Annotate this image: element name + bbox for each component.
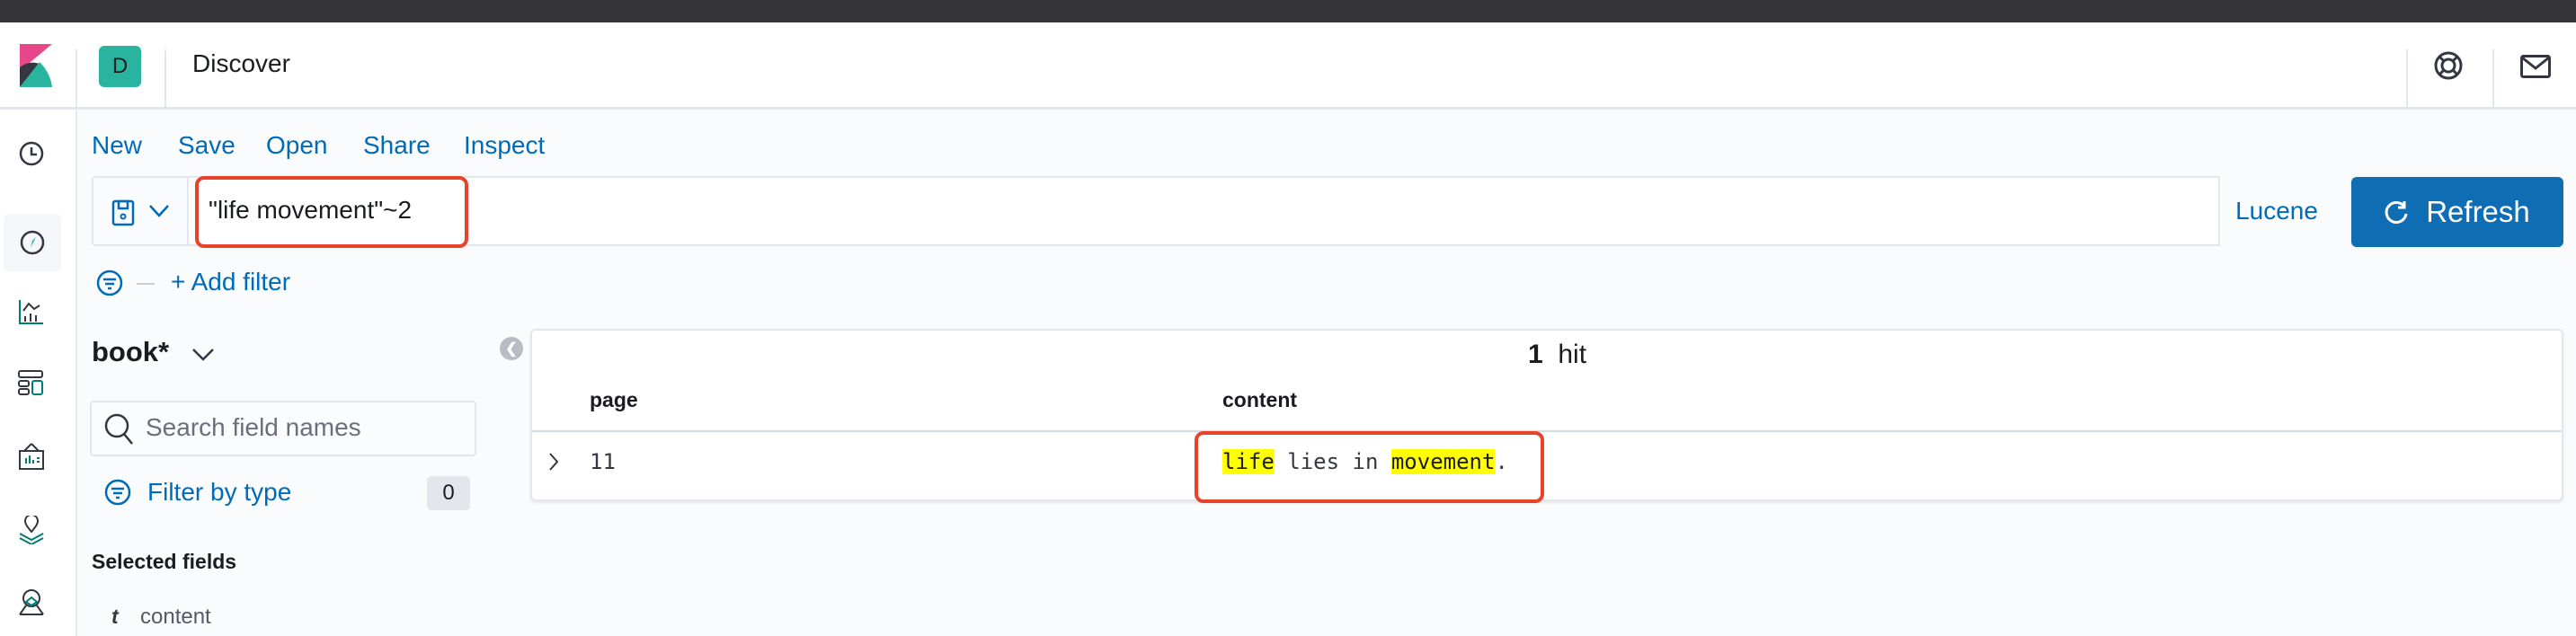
divider: [2492, 49, 2494, 110]
share-button[interactable]: Share: [363, 131, 431, 160]
index-pattern-selector[interactable]: book*: [92, 336, 169, 368]
saved-query-button[interactable]: [93, 178, 189, 244]
refresh-button[interactable]: Refresh: [2351, 177, 2563, 247]
space-avatar[interactable]: D: [99, 46, 141, 87]
refresh-label: Refresh: [2426, 195, 2530, 228]
app-header: D Discover: [0, 22, 2576, 110]
divider: [2406, 49, 2408, 110]
annotation-box-query: [195, 176, 468, 248]
column-header-content[interactable]: content: [1222, 388, 1297, 412]
selected-fields-heading: Selected fields: [92, 550, 237, 573]
kibana-logo-icon[interactable]: [20, 44, 52, 87]
save-disk-icon: [111, 199, 135, 226]
filter-count-badge: 0: [427, 476, 470, 510]
maps-icon[interactable]: [18, 516, 45, 544]
chevron-left-icon: ❮: [505, 341, 518, 357]
dashboard-icon[interactable]: [18, 370, 45, 397]
query-language-button[interactable]: Lucene: [2218, 176, 2333, 246]
add-filter-button[interactable]: + Add filter: [171, 268, 290, 296]
canvas-icon[interactable]: [18, 442, 45, 471]
divider: [137, 283, 155, 285]
collapse-sidebar-button[interactable]: ❮: [500, 337, 523, 360]
divider: [76, 49, 77, 110]
cell-page: 11: [590, 449, 616, 474]
nav-sidebar: [0, 110, 77, 636]
ml-icon[interactable]: [18, 587, 45, 616]
new-button[interactable]: New: [92, 131, 142, 160]
expand-row-chevron-icon[interactable]: [548, 453, 559, 471]
field-search-placeholder: Search field names: [146, 413, 361, 441]
hit-count: 1 hit: [1528, 340, 1587, 369]
annotation-box-result: [1195, 431, 1544, 503]
field-item-content[interactable]: content: [140, 605, 211, 630]
mail-icon[interactable]: [2520, 55, 2551, 78]
refresh-icon: [2385, 200, 2408, 224]
divider: [532, 430, 2562, 432]
column-header-page[interactable]: page: [590, 388, 638, 412]
chevron-down-icon: [149, 205, 169, 217]
clock-icon[interactable]: [19, 141, 44, 166]
open-button[interactable]: Open: [266, 131, 328, 160]
filter-icon[interactable]: [96, 269, 123, 296]
chevron-down-icon[interactable]: [192, 349, 214, 361]
inspect-button[interactable]: Inspect: [464, 131, 545, 160]
save-button[interactable]: Save: [178, 131, 235, 160]
os-top-bar: [0, 0, 2576, 22]
filter-by-type-button[interactable]: Filter by type: [147, 478, 291, 507]
search-icon: [104, 413, 133, 445]
divider: [164, 49, 166, 110]
compass-icon[interactable]: [19, 229, 46, 256]
field-type-icon: t: [111, 605, 119, 628]
page-title: Discover: [192, 49, 290, 77]
filter-icon[interactable]: [104, 479, 131, 506]
lifebuoy-icon[interactable]: [2434, 51, 2463, 80]
visualize-icon[interactable]: [18, 298, 45, 325]
